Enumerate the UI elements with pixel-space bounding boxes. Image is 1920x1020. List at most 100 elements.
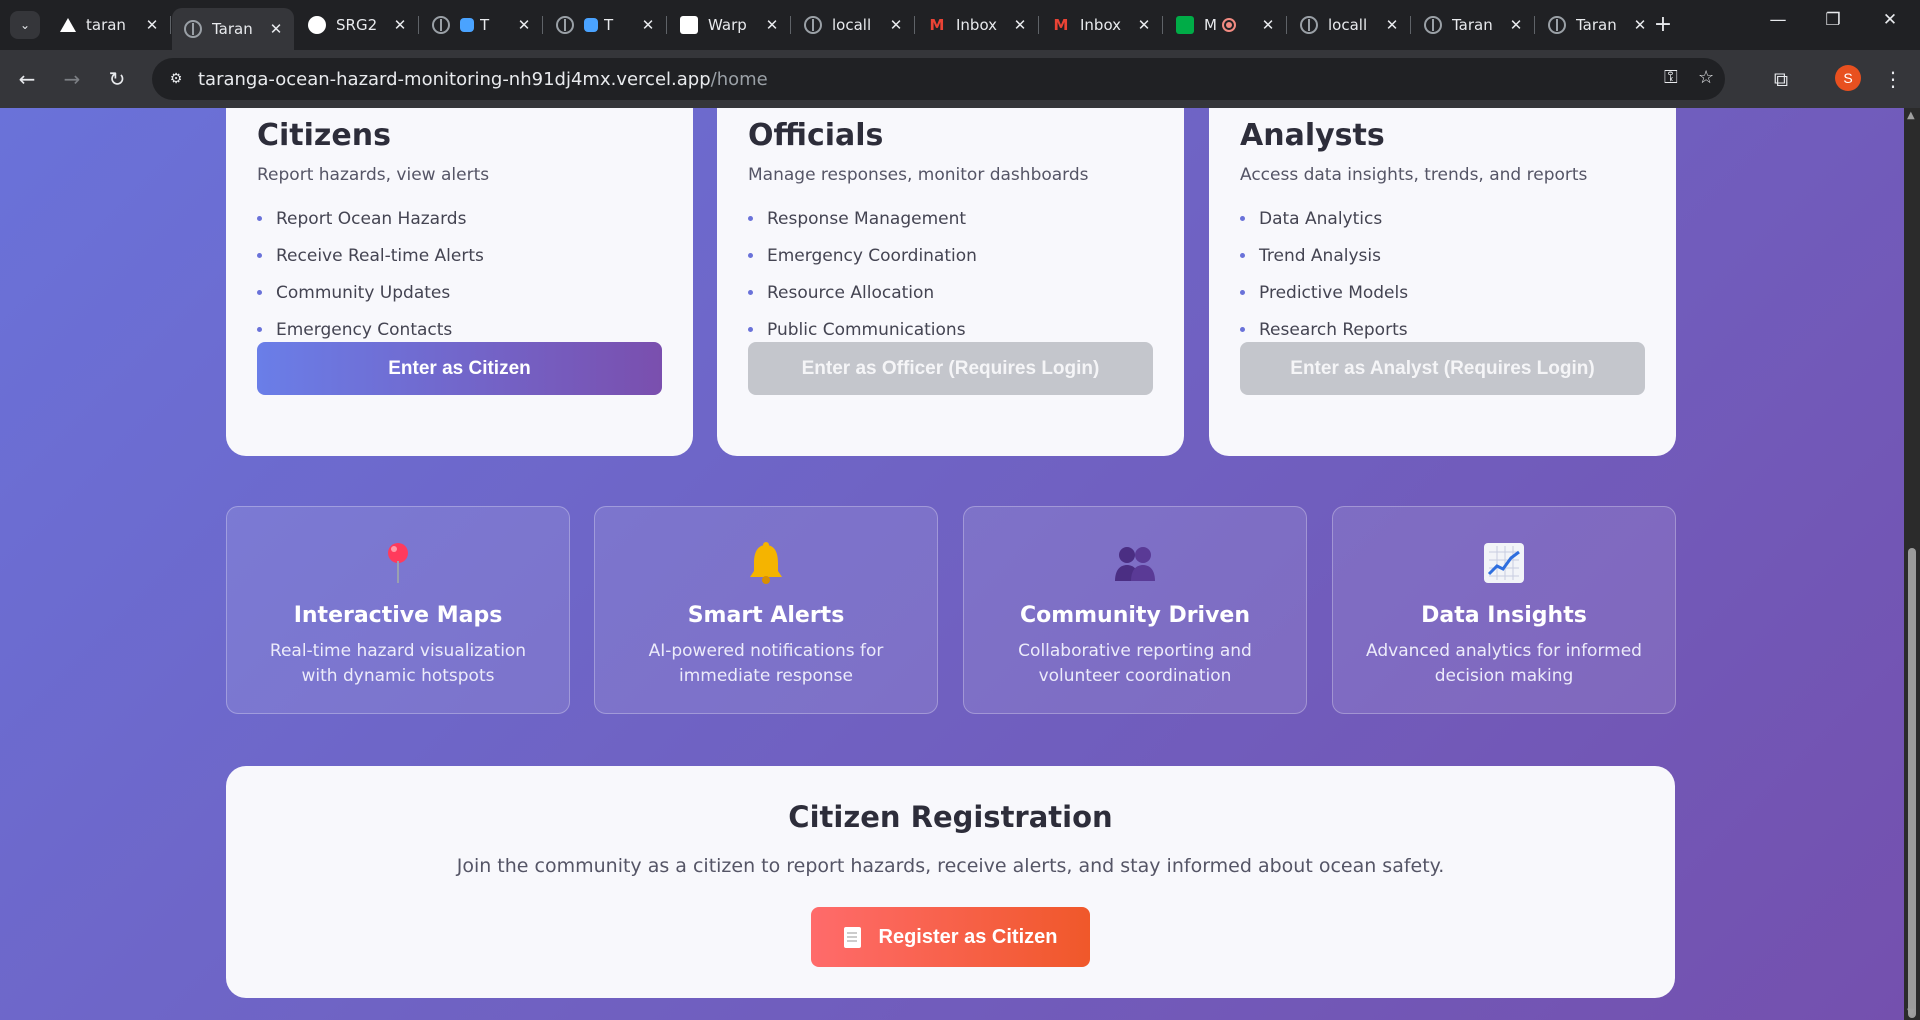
list-item: Community Updates (257, 274, 484, 311)
browser-tab[interactable]: M ✕ (1164, 8, 1287, 42)
registration-title: Citizen Registration (788, 800, 1113, 834)
tab-title: Inbox (1080, 16, 1122, 34)
address-bar[interactable]: ⚙ taranga-ocean-hazard-monitoring-nh91dj… (152, 58, 1725, 100)
browser-tab[interactable]: Taran ✕ (1412, 8, 1535, 42)
window-close-button[interactable]: ✕ (1875, 10, 1905, 30)
close-icon[interactable]: ✕ (144, 16, 160, 34)
profile-avatar[interactable]: S (1835, 65, 1861, 91)
browser-tab-active[interactable]: Taran ✕ (172, 8, 294, 50)
close-icon[interactable]: ✕ (1260, 16, 1276, 34)
app-icon (584, 18, 598, 32)
close-icon[interactable]: ✕ (1136, 16, 1152, 34)
bell-icon (595, 541, 937, 585)
app-icon (460, 18, 474, 32)
browser-tab[interactable]: locall ✕ (792, 8, 915, 42)
close-icon[interactable]: ✕ (1508, 16, 1524, 34)
globe-icon (1548, 16, 1566, 34)
enter-as-analyst-button[interactable]: Enter as Analyst (Requires Login) (1240, 342, 1645, 395)
browser-tab[interactable]: taran ✕ (48, 8, 171, 42)
browser-tab[interactable]: M Inbox ✕ (1040, 8, 1163, 42)
map-pin-icon (227, 541, 569, 585)
card-title: Officials (748, 118, 884, 153)
feature-title: Community Driven (1019, 603, 1251, 628)
github-icon (308, 16, 326, 34)
bookmark-star-icon[interactable]: ☆ (1698, 67, 1714, 88)
url-text[interactable]: taranga-ocean-hazard-monitoring-nh91dj4m… (198, 69, 768, 90)
browser-tab[interactable]: Taran ✕ (1536, 8, 1658, 42)
recording-icon (1222, 18, 1236, 32)
tab-title: SRG2 (336, 16, 378, 34)
menu-kebab-icon[interactable]: ⋮ (1878, 64, 1908, 94)
enter-as-citizen-button[interactable]: Enter as Citizen (257, 342, 662, 395)
list-item: Trend Analysis (1240, 237, 1408, 274)
url-host: taranga-ocean-hazard-monitoring-nh91dj4m… (198, 68, 711, 90)
scroll-down-icon[interactable]: ▼ (1907, 1007, 1915, 1018)
browser-tab[interactable]: locall ✕ (1288, 8, 1411, 42)
close-icon[interactable]: ✕ (888, 16, 904, 34)
minimize-button[interactable]: — (1763, 10, 1793, 30)
tab-search-button[interactable]: ⌄ (10, 11, 40, 39)
scroll-up-icon[interactable]: ▲ (1907, 110, 1915, 121)
list-item: Data Analytics (1240, 200, 1408, 237)
password-key-icon[interactable]: ⚿ (1664, 67, 1678, 88)
close-icon[interactable]: ✕ (1632, 16, 1648, 34)
extensions-icon[interactable]: ⧉ (1766, 64, 1796, 94)
tab-title: Taran (1576, 16, 1617, 34)
list-item: Receive Real-time Alerts (257, 237, 484, 274)
globe-icon (184, 20, 202, 38)
browser-tab[interactable]: T ✕ (544, 8, 667, 42)
tab-strip: ⌄ taran ✕ Taran ✕ SRG2 ✕ T ✕ T ✕ Warp ✕ … (0, 0, 1920, 50)
globe-icon (804, 16, 822, 34)
close-icon[interactable]: ✕ (516, 16, 532, 34)
feature-title: Data Insights (1421, 603, 1587, 628)
browser-tab[interactable]: T ✕ (420, 8, 543, 42)
feature-description: AI-powered notifications for immediate r… (648, 641, 884, 686)
site-info-icon[interactable]: ⚙ (164, 67, 188, 91)
registration-text: Join the community as a citizen to repor… (456, 855, 1445, 877)
tab-title: taran (86, 16, 126, 34)
feature-description: Advanced analytics for informed decision… (1366, 641, 1642, 686)
analysts-card: Analysts Access data insights, trends, a… (1209, 108, 1676, 456)
feature-interactive-maps: Interactive Maps Real-time hazard visual… (226, 506, 570, 714)
gmail-icon: M (1053, 16, 1069, 34)
close-icon[interactable]: ✕ (392, 16, 408, 34)
forward-arrow-icon[interactable]: → (57, 64, 87, 94)
feature-data-insights: Data Insights Advanced analytics for inf… (1332, 506, 1676, 714)
vercel-icon (60, 18, 76, 32)
feature-title: Interactive Maps (293, 603, 503, 628)
tab-title: T (480, 16, 490, 34)
browser-tab[interactable]: Warp ✕ (668, 8, 791, 42)
tab-title: Taran (212, 20, 253, 38)
feature-list: Data Analytics Trend Analysis Predictive… (1240, 200, 1408, 348)
close-icon[interactable]: ✕ (764, 16, 780, 34)
scrollbar-thumb[interactable] (1908, 548, 1916, 1018)
back-arrow-icon[interactable]: ← (12, 64, 42, 94)
tab-title: Inbox (956, 16, 998, 34)
feature-title: Smart Alerts (687, 603, 845, 628)
close-icon[interactable]: ✕ (268, 20, 284, 38)
reload-icon[interactable]: ↻ (102, 64, 132, 94)
chart-icon (1333, 541, 1675, 585)
close-icon[interactable]: ✕ (1012, 16, 1028, 34)
feature-description: Collaborative reporting and volunteer co… (1018, 641, 1252, 686)
restore-button[interactable]: ❐ (1818, 10, 1848, 30)
warp-icon (680, 16, 698, 34)
globe-icon (1424, 16, 1442, 34)
feature-list: Report Ocean Hazards Receive Real-time A… (257, 200, 484, 348)
tab-title: locall (1328, 16, 1368, 34)
card-title: Analysts (1240, 118, 1385, 153)
page-scrollbar[interactable]: ▲ ▼ (1904, 108, 1920, 1020)
enter-as-officer-button[interactable]: Enter as Officer (Requires Login) (748, 342, 1153, 395)
close-icon[interactable]: ✕ (1384, 16, 1400, 34)
browser-tab[interactable]: SRG2 ✕ (296, 8, 419, 42)
officials-card: Officials Manage responses, monitor dash… (717, 108, 1184, 456)
list-item: Emergency Coordination (748, 237, 977, 274)
globe-icon (1300, 16, 1318, 34)
close-icon[interactable]: ✕ (640, 16, 656, 34)
new-tab-button[interactable]: + (1650, 12, 1676, 37)
people-icon (964, 541, 1306, 585)
register-as-citizen-button[interactable]: Register as Citizen (811, 907, 1090, 967)
list-item: Response Management (748, 200, 977, 237)
tab-title: Warp (708, 16, 747, 34)
browser-tab[interactable]: M Inbox ✕ (916, 8, 1039, 42)
